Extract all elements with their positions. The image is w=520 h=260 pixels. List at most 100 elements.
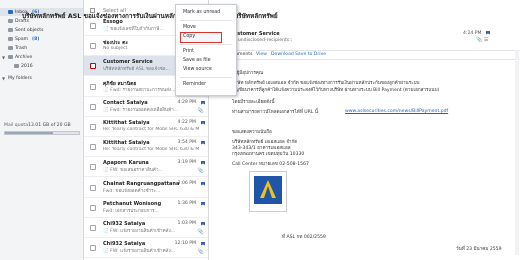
row-subject: Fwd: เอกสารประกอบการ... bbox=[103, 208, 159, 214]
logo-mark-icon bbox=[260, 180, 276, 198]
body-addr2: กรุงเทพมหานคร เขตปทุมวัน 10330 bbox=[232, 152, 305, 157]
row-time: 3:19 PM bbox=[177, 160, 196, 166]
view-link[interactable]: View bbox=[256, 52, 267, 57]
row-checkbox[interactable] bbox=[90, 103, 96, 110]
message-row[interactable]: Chi932 Sataiya 📄 FW: แจ้งรายงานสินค้าเข้า… bbox=[84, 218, 208, 238]
quota-label: Mail quota bbox=[4, 123, 29, 128]
row-sender: Kittithat Sataiya bbox=[103, 120, 150, 126]
row-sender: Chi932 Sataiya bbox=[103, 221, 146, 227]
paperclip-icon: 📎 bbox=[197, 107, 204, 114]
reader-time: 4:24 PM bbox=[463, 31, 482, 36]
row-sender: Chi932 Sataiya bbox=[103, 241, 146, 248]
more-icon[interactable]: ☰ bbox=[484, 37, 488, 43]
flag-icon[interactable] bbox=[201, 141, 205, 146]
menu-item-label: Print bbox=[183, 49, 195, 54]
folder-label: My folders bbox=[8, 75, 32, 81]
folder-2[interactable]: Sent objects bbox=[0, 26, 83, 34]
row-checkbox[interactable] bbox=[90, 23, 96, 29]
folder-label: Spam bbox=[15, 36, 29, 42]
quota-bar bbox=[4, 131, 80, 135]
row-time: 4:22 PM bbox=[177, 120, 196, 125]
menu-item-view-source[interactable]: View source bbox=[176, 66, 236, 75]
save-to-drive-link[interactable]: Save to Drive bbox=[295, 52, 326, 57]
message-row[interactable]: Kittithat Sataiya Re: Yearly contract for… bbox=[84, 137, 208, 158]
message-row[interactable]: Contact Sataiya 📄 Fwd: รายงานยอดคงเหลือสิ… bbox=[84, 97, 208, 117]
sent-icon bbox=[8, 28, 13, 32]
inbox-icon bbox=[8, 10, 13, 14]
flag-icon[interactable] bbox=[201, 100, 205, 106]
folder-6[interactable]: 2016 bbox=[0, 62, 83, 70]
row-checkbox[interactable] bbox=[90, 164, 96, 171]
row-sender: Apaporn Karuna bbox=[103, 160, 149, 167]
menu-item-label: View source bbox=[183, 67, 212, 72]
message-row[interactable]: Petchanut Wonisong Fwd: เอกสารประกอบการ..… bbox=[84, 198, 208, 218]
message-row[interactable]: Kittithat Sataiya Re: Yearly contract for… bbox=[84, 117, 208, 137]
message-row[interactable]: Chainat Rangruangpattana Fwd: ขอแจ้งยอดค้… bbox=[84, 178, 208, 198]
row-time: 1:03 PM bbox=[177, 221, 196, 226]
row-time: 4:29 PM bbox=[177, 99, 196, 105]
reader-to: To: undisclosed-recipients:; bbox=[230, 38, 293, 43]
row-sender: Chainat Rangruangpattana bbox=[103, 180, 180, 187]
body-para2: บัญชีธนาคารที่ลูกค้าได้แจ้งความประสงค์ไว… bbox=[232, 88, 440, 93]
folder-label: Trash bbox=[15, 45, 28, 51]
row-checkbox[interactable] bbox=[90, 124, 96, 130]
flag-icon[interactable] bbox=[201, 121, 205, 126]
paperclip-icon[interactable]: 📎 bbox=[476, 37, 482, 43]
spam-icon bbox=[8, 37, 13, 41]
reader-subject: บริษัทหลักทรัพย์ ASL ขอแจ้งช่องทางการรับ… bbox=[22, 12, 278, 20]
body-para1: บริษัท หลักทรัพย์ เอเอสแอล จำกัด ขอแจ้งช… bbox=[232, 81, 420, 86]
folder-label: Archive bbox=[15, 54, 33, 60]
row-checkbox[interactable] bbox=[90, 204, 96, 211]
paperclip-icon: 📎 bbox=[197, 229, 204, 235]
folder-label: 2016 bbox=[21, 63, 33, 69]
body-para3: โดยมีรายละเอียดดังนี้ bbox=[232, 100, 275, 105]
folder-4[interactable]: Trash bbox=[0, 44, 83, 52]
reader-action-icons: 📎 ☰ bbox=[476, 37, 488, 43]
quota-value: 13.01 GB of 20 GB bbox=[28, 123, 71, 128]
footer-date: วันที่ 23 มีนาคม 2559 bbox=[456, 247, 502, 252]
flag-icon[interactable] bbox=[201, 201, 205, 207]
menu-item-label: Move bbox=[183, 25, 196, 30]
menu-item-copy[interactable]: Copy bbox=[180, 32, 222, 43]
message-row[interactable]: Chi932 Sataiya 📄 FW: แจ้งรายงานสินค้าเข้า… bbox=[84, 238, 208, 259]
folder-7[interactable]: ▼ My folders bbox=[0, 74, 83, 82]
company-logo bbox=[254, 176, 282, 204]
body-para4: ท่านสามารถดาวน์โหลดเอกสารได้ที่ URL นี้ bbox=[232, 110, 319, 115]
flag-icon[interactable] bbox=[201, 222, 205, 227]
menu-item-label: Mark as unread bbox=[183, 10, 221, 15]
menu-item-move[interactable]: Move bbox=[176, 24, 236, 33]
reader-scrollbar[interactable] bbox=[515, 50, 519, 255]
row-checkbox[interactable] bbox=[90, 184, 96, 191]
expand-arrow-icon[interactable]: ▼ bbox=[2, 55, 5, 60]
row-subject: 📄 FW: แจ้งรายงานสินค้าเข้าคลัง... bbox=[103, 229, 176, 234]
row-time: 3:54 PM bbox=[177, 140, 196, 146]
footer-code: ที่ ASL กท 002/2559 bbox=[282, 235, 326, 240]
reader-from[interactable]: Customer Service bbox=[230, 31, 280, 37]
message-row[interactable]: Apaporn Karuna 📄 FW: ขอเสนอราคาสินค้า... 3… bbox=[84, 157, 208, 178]
menu-item-reminder[interactable]: Reminder bbox=[176, 81, 236, 90]
flag-icon[interactable] bbox=[201, 242, 205, 247]
flag-icon[interactable] bbox=[201, 181, 205, 187]
menu-item-mark-as-unread[interactable]: Mark as unread bbox=[176, 9, 236, 18]
row-sender: Kittithat Sataiya bbox=[103, 140, 150, 147]
flag-icon[interactable] bbox=[201, 161, 205, 166]
trash-icon bbox=[8, 46, 13, 50]
folder-5[interactable]: ▼ Archive bbox=[0, 53, 83, 61]
expand-arrow-icon[interactable]: ▼ bbox=[2, 76, 5, 81]
row-sender: Customer Service bbox=[103, 59, 153, 66]
row-checkbox[interactable] bbox=[90, 43, 96, 50]
menu-item-print[interactable]: Print bbox=[176, 48, 236, 57]
row-checkbox[interactable] bbox=[90, 225, 96, 231]
row-time: 3:06 PM bbox=[177, 180, 196, 186]
menu-item-save-as-file[interactable]: Save as file bbox=[176, 57, 236, 66]
row-checkbox[interactable] bbox=[90, 83, 96, 90]
row-checkbox[interactable] bbox=[90, 144, 96, 151]
unread-count: (8) bbox=[32, 36, 40, 42]
body-link[interactable]: www.aslsecurities.com/news/BillPayment.p… bbox=[345, 109, 448, 114]
row-checkbox[interactable] bbox=[90, 245, 96, 252]
row-checkbox[interactable] bbox=[90, 63, 96, 70]
menu-separator bbox=[180, 77, 232, 78]
download-link[interactable]: Download bbox=[271, 52, 294, 57]
folder-3[interactable]: Spam (8) bbox=[0, 35, 83, 43]
flag-icon[interactable] bbox=[486, 31, 490, 36]
